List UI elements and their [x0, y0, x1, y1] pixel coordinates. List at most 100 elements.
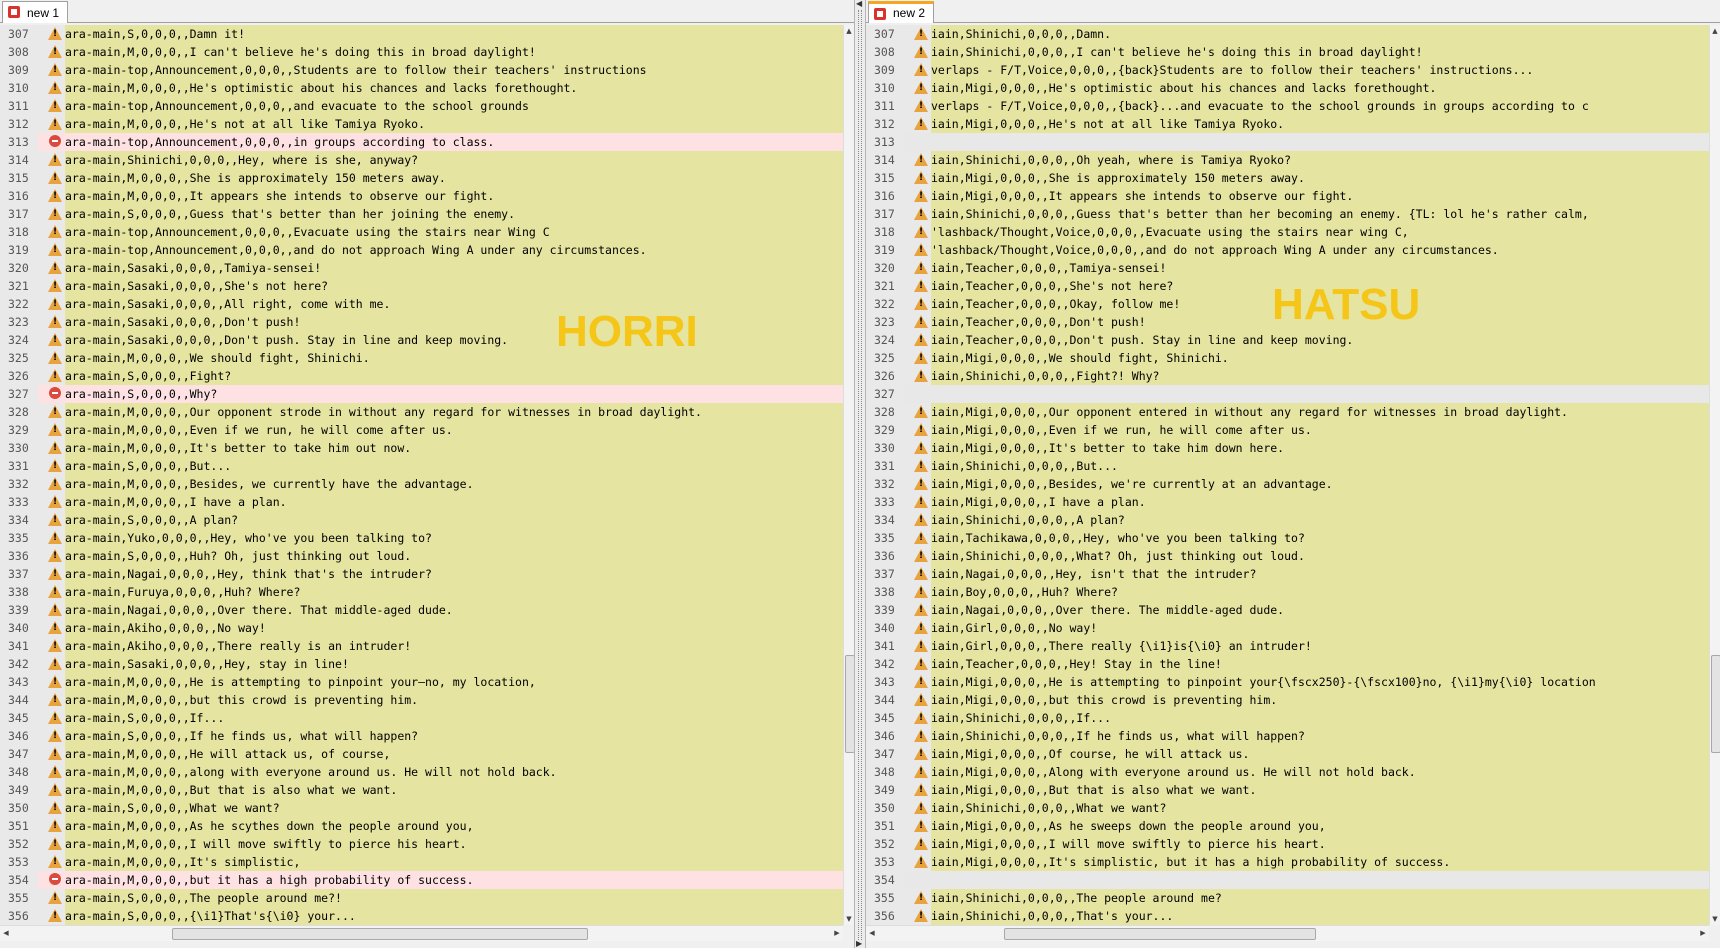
scroll-down-arrow-icon[interactable]: ▼	[1710, 913, 1720, 925]
text-line[interactable]: 342 iain,Teacher,0,0,0,,Hey! Stay in the …	[866, 655, 1709, 673]
text-line[interactable]: 325 iain,Migi,0,0,0,,We should fight, Shi…	[866, 349, 1709, 367]
text-line[interactable]: 349 iain,Migi,0,0,0,,But that is also wha…	[866, 781, 1709, 799]
text-line[interactable]: 324 iain,Teacher,0,0,0,,Don't push. Stay …	[866, 331, 1709, 349]
text-line[interactable]: 330 iain,Migi,0,0,0,,It's better to take …	[866, 439, 1709, 457]
text-line[interactable]: 307 iain,Shinichi,0,0,0,,Damn.	[866, 25, 1709, 43]
text-line[interactable]: 341 iain,Girl,0,0,0,,There really {\i1}is…	[866, 637, 1709, 655]
text-line[interactable]: 353 ara-main,M,0,0,0,,It's simplistic,	[0, 853, 843, 871]
text-line[interactable]: 356 iain,Shinichi,0,0,0,,That's your...	[866, 907, 1709, 925]
text-line[interactable]: 334 ara-main,S,0,0,0,,A plan?	[0, 511, 843, 529]
text-line[interactable]: 350 iain,Shinichi,0,0,0,,What we want?	[866, 799, 1709, 817]
text-line[interactable]: 352 iain,Migi,0,0,0,,I will move swiftly …	[866, 835, 1709, 853]
text-line[interactable]: 314 ara-main,Shinichi,0,0,0,,Hey, where i…	[0, 151, 843, 169]
text-line[interactable]: 319 ara-main-top,Announcement,0,0,0,,and …	[0, 241, 843, 259]
pane-splitter[interactable]: ◀ ▶	[854, 0, 866, 948]
text-line[interactable]: 331 ara-main,S,0,0,0,,But...	[0, 457, 843, 475]
text-line[interactable]: 351 iain,Migi,0,0,0,,As he sweeps down th…	[866, 817, 1709, 835]
text-line[interactable]: 355 ara-main,S,0,0,0,,The people around m…	[0, 889, 843, 907]
text-line[interactable]: 333 ara-main,M,0,0,0,,I have a plan.	[0, 493, 843, 511]
text-line[interactable]: 318 'lashback/Thought,Voice,0,0,0,,Evacua…	[866, 223, 1709, 241]
text-line[interactable]: 320 iain,Teacher,0,0,0,,Tamiya-sensei!	[866, 259, 1709, 277]
text-line[interactable]: 322 ara-main,Sasaki,0,0,0,,All right, com…	[0, 295, 843, 313]
text-line[interactable]: 309 ara-main-top,Announcement,0,0,0,,Stud…	[0, 61, 843, 79]
scroll-right-arrow-icon[interactable]: ▶	[1697, 927, 1709, 940]
text-line[interactable]: 308 iain,Shinichi,0,0,0,,I can't believe …	[866, 43, 1709, 61]
horizontal-scrollbar[interactable]: ◀ ▶	[0, 925, 843, 941]
scroll-right-arrow-icon[interactable]: ▶	[831, 927, 843, 940]
text-line[interactable]: 335 ara-main,Yuko,0,0,0,,Hey, who've you …	[0, 529, 843, 547]
text-line[interactable]: 337 iain,Nagai,0,0,0,,Hey, isn't that the…	[866, 565, 1709, 583]
text-line[interactable]: 338 iain,Boy,0,0,0,,Huh? Where?	[866, 583, 1709, 601]
text-line[interactable]: 342 ara-main,Sasaki,0,0,0,,Hey, stay in l…	[0, 655, 843, 673]
text-line[interactable]: 312 iain,Migi,0,0,0,,He's not at all like…	[866, 115, 1709, 133]
text-line[interactable]: 313	[866, 133, 1709, 151]
scroll-up-arrow-icon[interactable]: ▲	[844, 25, 854, 37]
text-line[interactable]: 328 iain,Migi,0,0,0,,Our opponent entered…	[866, 403, 1709, 421]
text-line[interactable]: 307 ara-main,S,0,0,0,,Damn it!	[0, 25, 843, 43]
text-line[interactable]: 352 ara-main,M,0,0,0,,I will move swiftly…	[0, 835, 843, 853]
text-line[interactable]: 339 ara-main,Nagai,0,0,0,,Over there. Tha…	[0, 601, 843, 619]
text-line[interactable]: 329 iain,Migi,0,0,0,,Even if we run, he w…	[866, 421, 1709, 439]
text-line[interactable]: 351 ara-main,M,0,0,0,,As he scythes down …	[0, 817, 843, 835]
text-line[interactable]: 356 ara-main,S,0,0,0,,{\i1}That's{\i0} yo…	[0, 907, 843, 925]
text-line[interactable]: 343 iain,Migi,0,0,0,,He is attempting to …	[866, 673, 1709, 691]
text-line[interactable]: 354	[866, 871, 1709, 889]
text-line[interactable]: 345 ara-main,S,0,0,0,,If...	[0, 709, 843, 727]
text-line[interactable]: 313 ara-main-top,Announcement,0,0,0,,in g…	[0, 133, 843, 151]
text-line[interactable]: 336 ara-main,S,0,0,0,,Huh? Oh, just think…	[0, 547, 843, 565]
text-line[interactable]: 347 ara-main,M,0,0,0,,He will attack us, …	[0, 745, 843, 763]
text-line[interactable]: 320 ara-main,Sasaki,0,0,0,,Tamiya-sensei!	[0, 259, 843, 277]
text-line[interactable]: 327	[866, 385, 1709, 403]
text-line[interactable]: 346 iain,Shinichi,0,0,0,,If he finds us, …	[866, 727, 1709, 745]
text-line[interactable]: 311 ara-main-top,Announcement,0,0,0,,and …	[0, 97, 843, 115]
text-line[interactable]: 333 iain,Migi,0,0,0,,I have a plan.	[866, 493, 1709, 511]
scroll-up-arrow-icon[interactable]: ▲	[1710, 25, 1720, 37]
text-line[interactable]: 347 iain,Migi,0,0,0,,Of course, he will a…	[866, 745, 1709, 763]
text-line[interactable]: 348 iain,Migi,0,0,0,,Along with everyone …	[866, 763, 1709, 781]
text-line[interactable]: 310 iain,Migi,0,0,0,,He's optimistic abou…	[866, 79, 1709, 97]
text-line[interactable]: 336 iain,Shinichi,0,0,0,,What? Oh, just t…	[866, 547, 1709, 565]
text-line[interactable]: 349 ara-main,M,0,0,0,,But that is also wh…	[0, 781, 843, 799]
text-line[interactable]: 311 verlaps - F/T,Voice,0,0,0,,{back}...a…	[866, 97, 1709, 115]
text-line[interactable]: 326 ara-main,S,0,0,0,,Fight?	[0, 367, 843, 385]
text-line[interactable]: 309 verlaps - F/T,Voice,0,0,0,,{back}Stud…	[866, 61, 1709, 79]
text-line[interactable]: 327 ara-main,S,0,0,0,,Why?	[0, 385, 843, 403]
editor-text-area[interactable]: 307 ara-main,S,0,0,0,,Damn it! 308 ara-main…	[0, 25, 843, 925]
text-line[interactable]: 350 ara-main,S,0,0,0,,What we want?	[0, 799, 843, 817]
text-line[interactable]: 339 iain,Nagai,0,0,0,,Over there. The mid…	[866, 601, 1709, 619]
tab-new-2[interactable]: new 2	[868, 1, 935, 23]
text-line[interactable]: 329 ara-main,M,0,0,0,,Even if we run, he …	[0, 421, 843, 439]
text-line[interactable]: 338 ara-main,Furuya,0,0,0,,Huh? Where?	[0, 583, 843, 601]
scroll-thumb[interactable]	[1711, 655, 1720, 753]
text-line[interactable]: 324 ara-main,Sasaki,0,0,0,,Don't push. St…	[0, 331, 843, 349]
horizontal-scrollbar[interactable]: ◀ ▶	[866, 925, 1709, 941]
text-line[interactable]: 330 ara-main,M,0,0,0,,It's better to take…	[0, 439, 843, 457]
text-line[interactable]: 321 ara-main,Sasaki,0,0,0,,She's not here…	[0, 277, 843, 295]
text-line[interactable]: 325 ara-main,M,0,0,0,,We should fight, Sh…	[0, 349, 843, 367]
text-line[interactable]: 343 ara-main,M,0,0,0,,He is attempting to…	[0, 673, 843, 691]
text-line[interactable]: 326 iain,Shinichi,0,0,0,,Fight?! Why?	[866, 367, 1709, 385]
tab-new-1[interactable]: new 1	[2, 1, 69, 23]
text-line[interactable]: 315 ara-main,M,0,0,0,,She is approximatel…	[0, 169, 843, 187]
text-line[interactable]: 316 ara-main,M,0,0,0,,It appears she inte…	[0, 187, 843, 205]
text-line[interactable]: 345 iain,Shinichi,0,0,0,,If...	[866, 709, 1709, 727]
text-line[interactable]: 346 ara-main,S,0,0,0,,If he finds us, wha…	[0, 727, 843, 745]
text-line[interactable]: 344 ara-main,M,0,0,0,,but this crowd is p…	[0, 691, 843, 709]
vertical-scrollbar[interactable]: ▲ ▼	[1709, 25, 1720, 925]
text-line[interactable]: 317 ara-main,S,0,0,0,,Guess that's better…	[0, 205, 843, 223]
text-line[interactable]: 319 'lashback/Thought,Voice,0,0,0,,and do…	[866, 241, 1709, 259]
text-line[interactable]: 318 ara-main-top,Announcement,0,0,0,,Evac…	[0, 223, 843, 241]
text-line[interactable]: 340 ara-main,Akiho,0,0,0,,No way!	[0, 619, 843, 637]
text-line[interactable]: 314 iain,Shinichi,0,0,0,,Oh yeah, where i…	[866, 151, 1709, 169]
vertical-scrollbar[interactable]: ▲ ▼	[843, 25, 855, 925]
text-line[interactable]: 335 iain,Tachikawa,0,0,0,,Hey, who've you…	[866, 529, 1709, 547]
text-line[interactable]: 332 iain,Migi,0,0,0,,Besides, we're curre…	[866, 475, 1709, 493]
text-line[interactable]: 328 ara-main,M,0,0,0,,Our opponent strode…	[0, 403, 843, 421]
text-line[interactable]: 348 ara-main,M,0,0,0,,along with everyone…	[0, 763, 843, 781]
text-line[interactable]: 354 ara-main,M,0,0,0,,but it has a high p…	[0, 871, 843, 889]
scroll-left-arrow-icon[interactable]: ◀	[866, 927, 878, 940]
scroll-left-arrow-icon[interactable]: ◀	[0, 927, 12, 940]
text-line[interactable]: 317 iain,Shinichi,0,0,0,,Guess that's bet…	[866, 205, 1709, 223]
text-line[interactable]: 353 iain,Migi,0,0,0,,It's simplistic, but…	[866, 853, 1709, 871]
scroll-thumb[interactable]	[1004, 928, 1316, 940]
